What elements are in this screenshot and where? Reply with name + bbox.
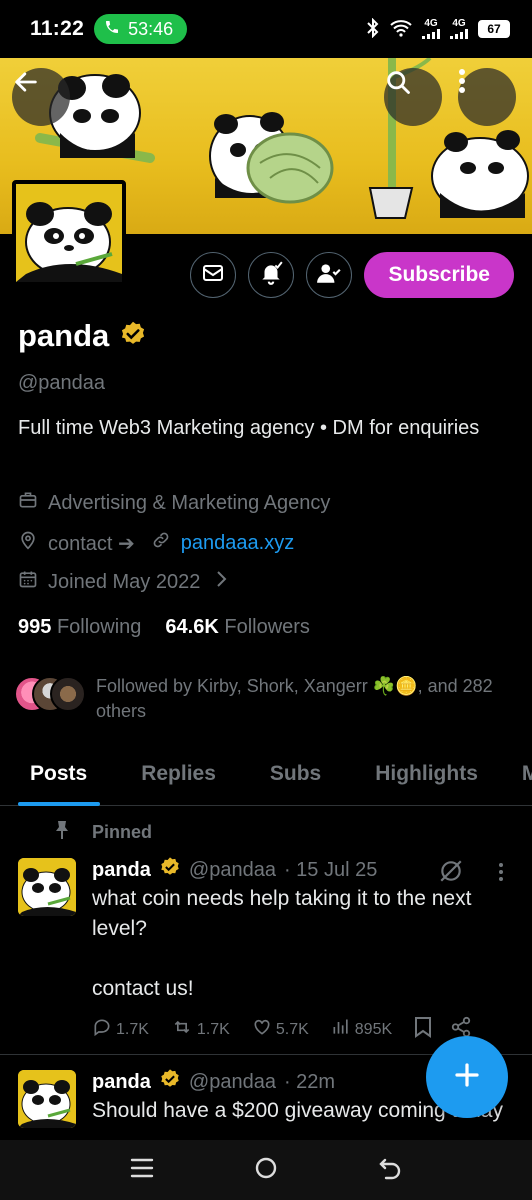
profile-actions: Subscribe (190, 252, 514, 298)
post-text: what coin needs help taking it to the ne… (92, 887, 472, 1000)
ongoing-call-pill[interactable]: 53:46 (94, 14, 188, 44)
profile-stats: 995 Following 64.6K Followers (18, 616, 310, 639)
profile-tabs: Posts Replies Subs Highlights M (0, 744, 532, 806)
reply-button[interactable]: 1.7K (92, 1017, 149, 1042)
followers-stat[interactable]: 64.6K Followers (165, 616, 310, 639)
phone-icon (104, 19, 120, 40)
post-timestamp: · 15 Jul 25 (283, 858, 378, 881)
repost-button[interactable]: 1.7K (171, 1017, 230, 1042)
post-author-handle: @pandaa (188, 1070, 276, 1093)
tab-posts[interactable]: Posts (0, 744, 111, 806)
recent-apps-button[interactable] (129, 1156, 155, 1185)
heart-icon (252, 1017, 272, 1042)
location-pin-icon (18, 530, 38, 556)
profile-handle: @pandaa (18, 372, 106, 394)
post-author-name[interactable]: panda (92, 859, 151, 882)
profile-category: Advertising & Marketing Agency (48, 491, 331, 514)
subscribe-button[interactable]: Subscribe (364, 252, 514, 298)
repost-icon (171, 1017, 193, 1042)
followed-by-text: Followed by Kirby, Shork, Xangerr ☘️🪙, a… (96, 676, 493, 721)
signal-2-icon: 4G (450, 19, 468, 39)
display-name: panda (18, 318, 110, 353)
bluetooth-icon (366, 17, 380, 41)
tab-highlights[interactable]: Highlights (345, 744, 502, 805)
verified-badge-icon (159, 856, 181, 884)
compose-post-button[interactable] (426, 1036, 508, 1118)
calendar-icon (18, 569, 38, 595)
tab-subs[interactable]: Subs (240, 744, 345, 805)
profile-joined-date: Joined May 2022 (48, 570, 201, 593)
panda-avatar-image (16, 184, 122, 282)
profile-joined-row[interactable]: Joined May 2022 (18, 569, 228, 595)
tab-replies[interactable]: Replies (111, 744, 240, 805)
profile-bio: Full time Web3 Marketing agency • DM for… (18, 417, 480, 439)
back-button[interactable] (12, 68, 70, 126)
repost-count: 1.7K (196, 1020, 230, 1038)
post-avatar[interactable] (18, 858, 76, 916)
post-author-name[interactable]: panda (92, 1071, 151, 1094)
bookmark-icon[interactable] (414, 1016, 432, 1043)
bell-check-icon (258, 260, 284, 291)
link-icon (151, 530, 171, 556)
follower-avatar-xangerr (50, 676, 86, 712)
mail-icon (201, 261, 225, 290)
post-header: panda @pandaa · 15 Jul 25 (92, 856, 377, 884)
bar-chart-icon (331, 1017, 351, 1042)
pinned-label: Pinned (92, 822, 153, 842)
profile-avatar[interactable] (12, 180, 126, 286)
user-check-icon (316, 260, 342, 291)
search-button[interactable] (384, 68, 442, 126)
tab-media[interactable]: M (502, 744, 532, 805)
reply-icon (92, 1017, 112, 1042)
signal-1-icon: 4G (422, 19, 440, 39)
profile-name-row: panda (18, 318, 147, 354)
system-icons: 4G 4G 67 (366, 17, 510, 41)
views-count: 895K (354, 1020, 393, 1038)
system-navigation-bar (0, 1140, 532, 1200)
profile-location: contact ➔ (48, 532, 135, 555)
back-nav-button[interactable] (377, 1156, 403, 1185)
post-author-handle: @pandaa (188, 858, 276, 881)
briefcase-icon (18, 490, 38, 516)
profile-category-row: Advertising & Marketing Agency (18, 490, 330, 516)
chevron-right-icon (214, 570, 228, 594)
followed-by-row[interactable]: Followed by Kirby, Shork, Xangerr ☘️🪙, a… (14, 674, 514, 724)
post-avatar[interactable] (18, 1070, 76, 1128)
reply-count: 1.7K (116, 1020, 149, 1038)
wifi-icon (390, 19, 412, 40)
status-bar: 11:22 53:46 4G 4G 67 (0, 0, 532, 58)
pin-icon (54, 820, 70, 845)
battery-indicator: 67 (478, 20, 510, 38)
plus-icon (452, 1060, 482, 1095)
verified-badge-icon[interactable] (119, 320, 147, 353)
profile-location-row: contact ➔ pandaaa.xyz (18, 530, 294, 556)
views-button[interactable]: 895K (331, 1017, 392, 1042)
profile-website-link[interactable]: pandaaa.xyz (181, 532, 294, 555)
message-button[interactable] (190, 252, 237, 298)
follower-avatars (14, 674, 86, 714)
following-stat[interactable]: 995 Following (18, 616, 141, 639)
post-header: panda @pandaa · 22m (92, 1068, 335, 1096)
clock: 11:22 (30, 17, 85, 40)
following-button[interactable] (306, 252, 353, 298)
like-count: 5.7K (275, 1020, 309, 1038)
notifications-button[interactable] (248, 252, 295, 298)
pinned-indicator: Pinned (54, 820, 152, 845)
verified-badge-icon (159, 1068, 181, 1096)
home-button[interactable] (253, 1155, 279, 1186)
call-timer: 53:46 (128, 18, 174, 39)
post-timestamp: · 22m (283, 1070, 336, 1093)
like-button[interactable]: 5.7K (252, 1017, 309, 1042)
more-options-button[interactable] (458, 68, 516, 126)
